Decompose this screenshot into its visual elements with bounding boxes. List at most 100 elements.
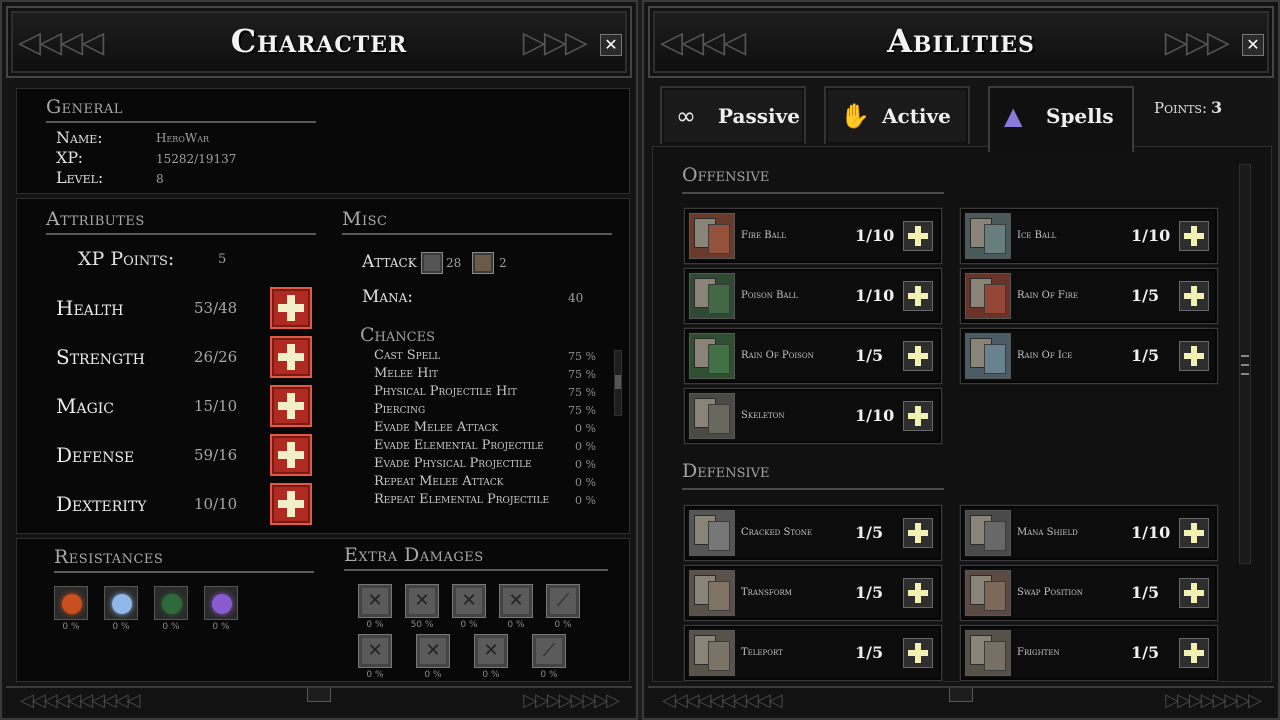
xp-value: 15282/19137 [156, 152, 237, 166]
spell-level: 1/10 [855, 226, 895, 245]
character-titlebar: ◁◁◁◁ Character ▷▷▷ ✕ [6, 6, 632, 78]
spell-name: Mana Shield [1017, 527, 1078, 538]
name-label: Name: [56, 128, 103, 147]
close-abilities-button[interactable]: ✕ [1242, 34, 1264, 56]
upgrade-spell-button[interactable] [1179, 281, 1209, 311]
upgrade-spell-button[interactable] [903, 221, 933, 251]
spell-card-swap-position[interactable]: Swap Position 1/5 [960, 565, 1218, 621]
tab-active[interactable]: ✋ Active [824, 86, 970, 144]
increase-defense-button[interactable] [270, 434, 312, 476]
upgrade-spell-button[interactable] [1179, 518, 1209, 548]
extra-damage-value: 0 % [507, 620, 525, 630]
spell-card-skeleton[interactable]: Skeleton 1/10 [684, 388, 942, 444]
increase-magic-button[interactable] [270, 385, 312, 427]
hand-icon: ✋ [840, 102, 870, 130]
abilities-titlebar: ◁◁◁◁ Abilities ▷▷▷ ✕ [648, 6, 1274, 78]
chance-value: 75 % [568, 350, 596, 363]
upgrade-spell-button[interactable] [903, 341, 933, 371]
spell-level: 1/5 [855, 583, 884, 602]
close-character-button[interactable]: ✕ [600, 34, 622, 56]
extra-damage-item: ⟋ 0 % [532, 634, 566, 680]
spells-scrollbar[interactable] [1239, 164, 1251, 564]
spell-name: Skeleton [741, 410, 785, 421]
tab-spells[interactable]: ▲ Spells [988, 86, 1134, 152]
upgrade-spell-button[interactable] [1179, 578, 1209, 608]
spell-name: Rain Of Poison [741, 350, 814, 361]
upgrade-spell-button[interactable] [903, 281, 933, 311]
spell-book-icon [689, 630, 735, 676]
misc-scroll-thumb[interactable] [615, 375, 621, 389]
spell-book-icon [689, 213, 735, 259]
footer-ornament-right-icon: ▷▷▷▷▷▷▷▷ [1165, 690, 1262, 711]
chance-name: Repeat Melee Attack [374, 474, 504, 489]
upgrade-spell-button[interactable] [903, 518, 933, 548]
crossed-daggers-icon: ✕ [499, 584, 533, 618]
upgrade-spell-button[interactable] [903, 638, 933, 668]
upgrade-spell-button[interactable] [1179, 221, 1209, 251]
spell-card-ice-ball[interactable]: Ice Ball 1/10 [960, 208, 1218, 264]
footer-ornament-left-icon: ◁◁◁◁◁◁◁◁◁◁ [662, 690, 782, 711]
spell-card-frighten[interactable]: Frighten 1/5 [960, 625, 1218, 681]
xp-points-label: XP Points: [78, 248, 175, 270]
ability-points: Points: 3 [1154, 98, 1222, 117]
attribute-value: 59/16 [194, 446, 238, 464]
chance-name: Evade Melee Attack [374, 420, 499, 435]
misc-scrollbar[interactable] [614, 350, 622, 416]
footer-knob-icon [949, 688, 973, 702]
spell-level: 1/10 [855, 286, 895, 305]
extra-damage-value: 0 % [460, 620, 478, 630]
upgrade-spell-button[interactable] [1179, 341, 1209, 371]
extra-damage-item: ✕ 0 % [416, 634, 450, 680]
sword-attack-icon [421, 252, 443, 274]
character-footer: ◁◁◁◁◁◁◁◁◁◁ ▷▷▷▷▷▷▷▷ [6, 686, 632, 714]
tab-passive[interactable]: ∞ Passive [660, 86, 806, 144]
chance-value: 0 % [575, 422, 596, 435]
ice-resistance-icon [104, 586, 138, 620]
spell-card-cracked-stone[interactable]: Cracked Stone 1/5 [684, 505, 942, 561]
chance-row: Evade Elemental Projectile 0 % [374, 438, 596, 456]
points-label: Points: [1154, 99, 1208, 117]
attribute-name: Health [56, 296, 124, 320]
spell-card-fire-ball[interactable]: Fire Ball 1/10 [684, 208, 942, 264]
defensive-title: Defensive [682, 460, 944, 490]
scroll-grip-icon[interactable] [1241, 355, 1249, 375]
chance-value: 75 % [568, 368, 596, 381]
chance-value: 75 % [568, 386, 596, 399]
upgrade-spell-button[interactable] [1179, 638, 1209, 668]
crossed-hammers-icon: ✕ [474, 634, 508, 668]
upgrade-spell-button[interactable] [903, 401, 933, 431]
spell-card-mana-shield[interactable]: Mana Shield 1/10 [960, 505, 1218, 561]
spell-card-rain-of-fire[interactable]: Rain Of Fire 1/5 [960, 268, 1218, 324]
extra-damage-item: ✕ 0 % [358, 634, 392, 680]
crossed-spears-icon: ✕ [358, 634, 392, 668]
attribute-name: Defense [56, 443, 135, 467]
crossed-maces-icon: ✕ [452, 584, 486, 618]
footer-ornament-right-icon: ▷▷▷▷▷▷▷▷ [523, 690, 620, 711]
chance-value: 0 % [575, 440, 596, 453]
spell-book-icon [965, 333, 1011, 379]
increase-strength-button[interactable] [270, 336, 312, 378]
chance-name: Repeat Elemental Projectile [374, 492, 550, 507]
spell-card-poison-ball[interactable]: Poison Ball 1/10 [684, 268, 942, 324]
spell-name: Swap Position [1017, 587, 1083, 598]
lightning-resistance-icon [204, 586, 238, 620]
spell-card-teleport[interactable]: Teleport 1/5 [684, 625, 942, 681]
resistance-item: 0 % [204, 586, 238, 632]
spell-card-rain-of-ice[interactable]: Rain Of Ice 1/5 [960, 328, 1218, 384]
resistances-title: Resistances [54, 546, 314, 573]
chance-row: Repeat Elemental Projectile 0 % [374, 492, 596, 510]
increase-dexterity-button[interactable] [270, 483, 312, 525]
chance-row: Piercing 75 % [374, 402, 596, 420]
extra-damage-item: ✕ 0 % [474, 634, 508, 680]
chance-row: Melee Hit 75 % [374, 366, 596, 384]
extra-damage-value: 0 % [540, 670, 558, 680]
upgrade-spell-button[interactable] [903, 578, 933, 608]
infinity-icon: ∞ [676, 102, 696, 130]
spell-card-transform[interactable]: Transform 1/5 [684, 565, 942, 621]
bow-icon: ⟋ [546, 584, 580, 618]
pickaxe-icon: ⟋ [532, 634, 566, 668]
spell-card-rain-of-poison[interactable]: Rain Of Poison 1/5 [684, 328, 942, 384]
attribute-row-strength: Strength 26/26 [56, 336, 316, 378]
chance-row: Evade Melee Attack 0 % [374, 420, 596, 438]
increase-health-button[interactable] [270, 287, 312, 329]
